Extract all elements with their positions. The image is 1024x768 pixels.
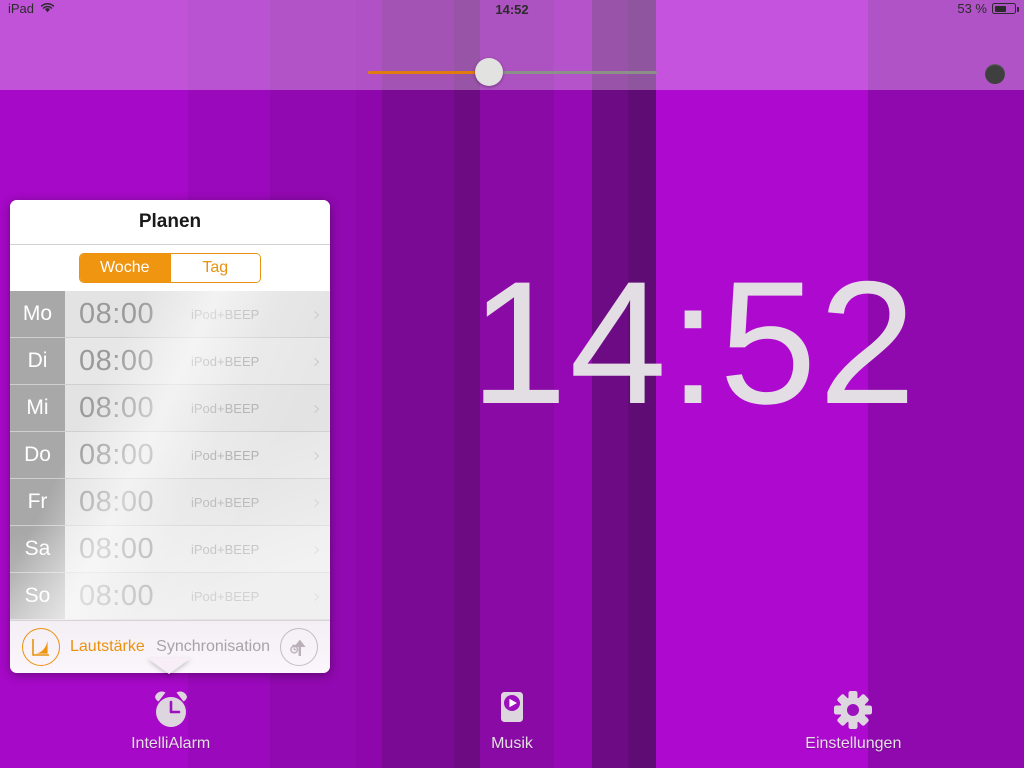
alarm-time: 08:00 <box>79 391 155 424</box>
chevron-right-icon: › <box>313 302 321 326</box>
alarm-sound: iPod+BEEP <box>191 447 260 463</box>
battery-percent-label: 53 % <box>957 1 987 16</box>
day-badge: Fr <box>10 479 65 525</box>
volume-label: Lautstärke <box>70 638 145 655</box>
chevron-right-icon: › <box>313 490 321 514</box>
alarm-time: 08:00 <box>79 579 155 612</box>
alarm-sound: iPod+BEEP <box>191 353 260 369</box>
day-badge: Mi <box>10 385 65 431</box>
wallpaper-band <box>382 0 454 768</box>
alarm-sound: iPod+BEEP <box>191 588 260 604</box>
segment-tag[interactable]: Tag <box>169 254 260 282</box>
view-mode-segmented-control[interactable]: Woche Tag <box>79 253 261 283</box>
volume-curve-icon <box>22 628 60 666</box>
alarm-time: 08:00 <box>79 532 155 565</box>
table-row[interactable]: Mi 08:00 iPod+BEEP › <box>10 385 330 432</box>
battery-fill <box>994 5 1006 12</box>
chevron-right-icon: › <box>313 537 321 561</box>
day-badge: Sa <box>10 526 65 572</box>
tab-intellialarm[interactable]: IntelliAlarm <box>0 682 341 768</box>
tab-label: Musik <box>491 735 533 752</box>
alarm-sound: iPod+BEEP <box>191 494 260 510</box>
tab-einstellungen[interactable]: Einstellungen <box>683 682 1024 768</box>
tab-musik[interactable]: Musik <box>341 682 682 768</box>
alarm-time: 08:00 <box>79 485 155 518</box>
tab-label: IntelliAlarm <box>131 735 211 752</box>
rotation-lock-toggle[interactable] <box>985 64 1005 84</box>
table-row[interactable]: So 08:00 iPod+BEEP › <box>10 573 330 620</box>
popover-arrow <box>147 658 191 674</box>
tab-bar: IntelliAlarm Musik Einstellungen <box>0 682 1024 768</box>
brightness-slider[interactable] <box>368 58 657 86</box>
schedule-popover: Planen Woche Tag Mo 08:00 iPod+BEEP › Di… <box>10 200 330 673</box>
clock-display: 14:52 <box>470 246 918 441</box>
panel-title: Planen <box>10 200 330 245</box>
alarm-time: 08:00 <box>79 297 155 330</box>
alarm-sound: iPod+BEEP <box>191 541 260 557</box>
segment-woche[interactable]: Woche <box>80 254 170 282</box>
table-row[interactable]: Sa 08:00 iPod+BEEP › <box>10 526 330 573</box>
chevron-right-icon: › <box>313 396 321 420</box>
segmented-control-wrap: Woche Tag <box>10 245 330 291</box>
battery-icon <box>992 3 1019 14</box>
day-badge: Mo <box>10 291 65 337</box>
volume-button[interactable]: Lautstärke <box>22 628 145 666</box>
alarm-time: 08:00 <box>79 438 155 471</box>
wallpaper-band <box>356 0 382 768</box>
chevron-right-icon: › <box>313 443 321 467</box>
table-row[interactable]: Di 08:00 iPod+BEEP › <box>10 338 330 385</box>
gear-icon <box>832 688 874 732</box>
tab-label: Einstellungen <box>805 735 902 752</box>
slider-fill <box>368 71 490 74</box>
table-row[interactable]: Mo 08:00 iPod+BEEP › <box>10 291 330 338</box>
alarm-time: 08:00 <box>79 344 155 377</box>
table-row[interactable]: Do 08:00 iPod+BEEP › <box>10 432 330 479</box>
chevron-right-icon: › <box>313 584 321 608</box>
day-badge: So <box>10 573 65 619</box>
chevron-right-icon: › <box>313 349 321 373</box>
status-bar: iPad 14:52 53 % <box>0 0 1024 20</box>
alarm-clock-icon <box>148 688 194 732</box>
alarm-list: Mo 08:00 iPod+BEEP › Di 08:00 iPod+BEEP … <box>10 291 330 620</box>
sync-label: Synchronisation <box>156 638 270 655</box>
table-row[interactable]: Fr 08:00 iPod+BEEP › <box>10 479 330 526</box>
popover-body: Planen Woche Tag Mo 08:00 iPod+BEEP › Di… <box>10 200 330 673</box>
sync-upload-icon <box>280 628 318 666</box>
day-badge: Di <box>10 338 65 384</box>
slider-thumb[interactable] <box>475 58 504 86</box>
music-play-icon <box>495 688 529 732</box>
alarm-sound: iPod+BEEP <box>191 306 260 322</box>
control-center-bar <box>0 20 1024 90</box>
status-bar-right: 53 % <box>957 1 1019 16</box>
day-badge: Do <box>10 432 65 478</box>
alarm-sound: iPod+BEEP <box>191 400 260 416</box>
status-bar-time: 14:52 <box>495 2 529 17</box>
